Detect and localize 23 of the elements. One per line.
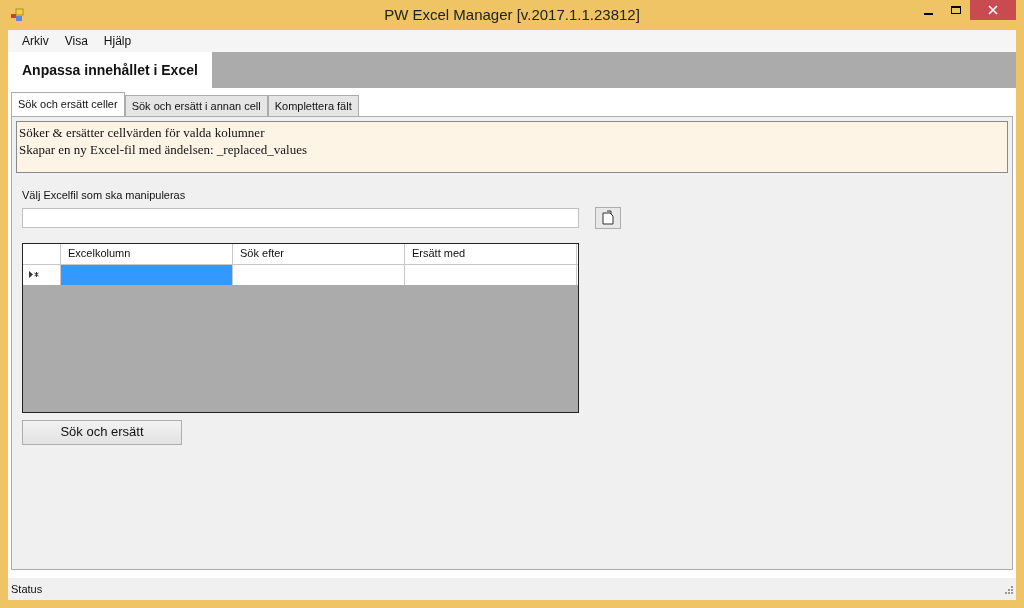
file-path-field[interactable] [22, 207, 579, 228]
close-icon [988, 5, 998, 15]
document-icon [602, 210, 614, 225]
menu-item[interactable]: Arkiv [14, 32, 57, 50]
app-icon [10, 8, 24, 22]
resize-grip-icon[interactable] [1003, 584, 1013, 594]
browse-button[interactable] [595, 206, 621, 229]
tab[interactable]: Sök och ersätt i annan cell [124, 95, 268, 116]
column-header[interactable]: Ersätt med [405, 243, 577, 264]
field-label: Välj Excelfil som ska manipuleras [22, 188, 187, 203]
tab[interactable]: Komplettera fält [267, 95, 359, 116]
main-tab[interactable]: Anpassa innehållet i Excel [8, 52, 212, 88]
menu-item[interactable]: Hjälp [95, 32, 140, 50]
info-text: Söker & ersätter cellvärden för valda kolumner [19, 124, 266, 141]
column-header[interactable]: Sök efter [233, 243, 405, 264]
window-title: PW Excel Manager [v.2017.1.1.23812] [384, 6, 640, 23]
status-text: Status [11, 581, 43, 597]
menu-item[interactable]: Visa [56, 32, 96, 50]
table-cell[interactable] [61, 264, 233, 285]
tab[interactable]: Sök och ersätt celler [11, 92, 125, 116]
column-header[interactable]: Excelkolumn [61, 243, 233, 264]
search-replace-button[interactable]: Sök och ersätt [22, 419, 182, 445]
info-text: Skapar en ny Excel-fil med ändelsen: _replaced_values [19, 141, 309, 158]
